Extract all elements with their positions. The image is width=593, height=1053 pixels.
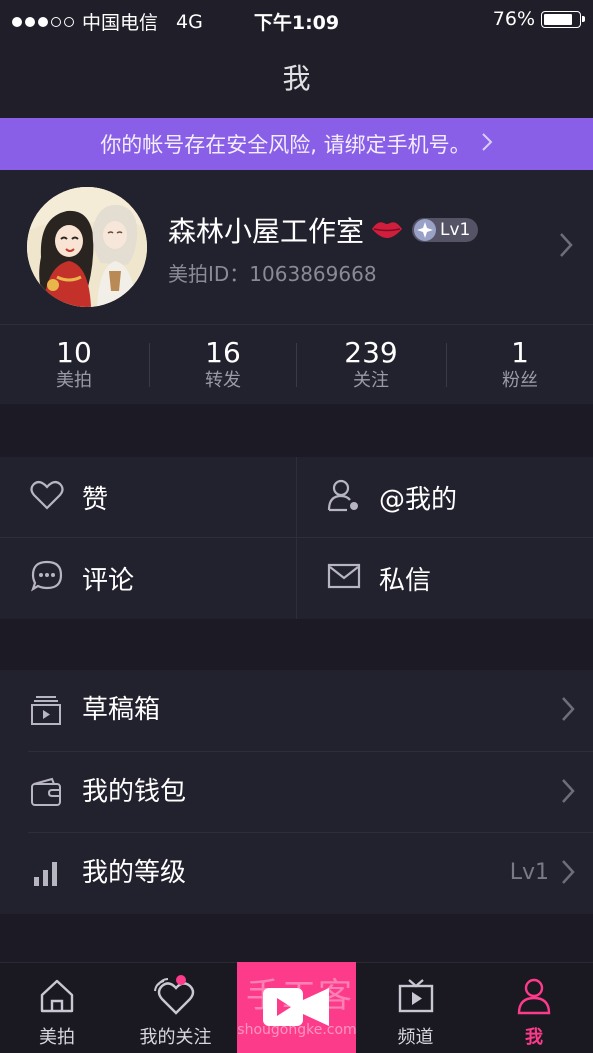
menu-item-label: 草稿箱 — [82, 695, 161, 725]
tab-home[interactable]: 美拍 — [0, 963, 114, 1053]
status-right: 76% — [492, 8, 585, 30]
follow-heart-icon — [153, 977, 198, 1021]
status-bar: 中国电信 4G 下午1:09 76% — [0, 0, 593, 40]
person-icon — [516, 977, 552, 1019]
stat-followers[interactable]: 1 粉丝 — [447, 325, 593, 405]
banner-text: 你的帐号存在安全风险, 请绑定手机号。 — [100, 133, 471, 157]
menu-list: 草稿箱 我的钱包 我的等级 Lv1 — [0, 670, 593, 914]
watermark: 手工客 — [246, 976, 354, 1016]
chevron-right-icon — [561, 778, 575, 808]
page-header: 我 — [0, 40, 593, 118]
tab-channels[interactable]: 频道 — [356, 963, 475, 1053]
comment-icon — [30, 559, 64, 597]
lips-icon — [370, 214, 404, 247]
chevron-right-icon — [481, 132, 493, 157]
section-spacer — [0, 914, 593, 962]
battery-percent: 76% — [492, 8, 535, 30]
tab-label: 美拍 — [39, 1027, 75, 1048]
comments-label: 评论 — [82, 565, 135, 596]
likes-button[interactable]: 赞 — [0, 457, 296, 537]
notification-dot — [176, 975, 186, 985]
menu-item-wallet[interactable]: 我的钱包 — [0, 752, 593, 832]
chevron-right-icon — [561, 859, 575, 889]
level-badge-text: Lv1 — [440, 220, 471, 240]
stat-value: 10 — [56, 336, 92, 369]
tab-following[interactable]: 我的关注 — [114, 963, 237, 1053]
stat-reposts[interactable]: 16 转发 — [150, 325, 296, 405]
mentions-label: @我的 — [379, 484, 458, 515]
drafts-icon — [30, 694, 62, 730]
divider — [296, 457, 297, 619]
security-warning-banner[interactable]: 你的帐号存在安全风险, 请绑定手机号。 — [0, 118, 593, 170]
messages-label: 私信 — [379, 565, 432, 596]
likes-label: 赞 — [82, 484, 109, 515]
chevron-right-icon — [561, 696, 575, 726]
star-icon — [414, 219, 437, 241]
section-spacer — [0, 404, 593, 457]
profile-card[interactable]: 森林小屋工作室 Lv1 美拍ID：1063869668 — [0, 170, 593, 324]
tab-me[interactable]: 我 — [475, 963, 593, 1053]
tab-label: 我 — [525, 1027, 543, 1048]
stats-bar: 10 美拍 16 转发 239 关注 1 粉丝 — [0, 324, 593, 404]
stat-label: 美拍 — [56, 370, 92, 391]
avatar[interactable] — [27, 187, 147, 307]
stat-value: 16 — [205, 336, 241, 369]
mention-user-icon — [327, 478, 361, 516]
profile-name: 森林小屋工作室 — [168, 215, 365, 248]
level-badge: Lv1 — [412, 218, 479, 242]
stat-value: 239 — [344, 336, 398, 369]
menu-item-drafts[interactable]: 草稿箱 — [0, 670, 593, 750]
messages-button[interactable]: 私信 — [297, 538, 593, 618]
comments-button[interactable]: 评论 — [0, 538, 296, 618]
heart-icon — [30, 480, 64, 514]
stat-label: 转发 — [205, 370, 241, 391]
section-spacer — [0, 619, 593, 670]
tab-label: 我的关注 — [139, 1027, 212, 1048]
stat-label: 粉丝 — [502, 370, 538, 391]
mentions-button[interactable]: @我的 — [297, 457, 593, 537]
page-title: 我 — [282, 62, 311, 95]
menu-item-level[interactable]: 我的等级 Lv1 — [0, 833, 593, 913]
battery-icon — [541, 10, 585, 28]
level-value: Lv1 — [509, 860, 549, 885]
tab-label: 频道 — [397, 1027, 434, 1048]
level-bars-icon — [30, 857, 62, 893]
stat-following[interactable]: 239 关注 — [297, 325, 445, 405]
stat-value: 1 — [511, 336, 529, 369]
wallet-icon — [30, 776, 62, 812]
profile-id: 美拍ID：1063869668 — [168, 262, 377, 286]
action-grid: 赞 @我的 评论 私信 — [0, 457, 593, 619]
tv-icon — [397, 977, 435, 1019]
stat-label: 关注 — [353, 370, 389, 391]
app-root: 中国电信 4G 下午1:09 76% 我 你的帐号存在安全风险, 请绑定手机号。 — [0, 0, 593, 1053]
mail-icon — [327, 562, 361, 594]
chevron-right-icon — [559, 232, 573, 262]
menu-item-label: 我的等级 — [82, 858, 187, 888]
home-icon — [38, 977, 76, 1019]
menu-item-label: 我的钱包 — [82, 777, 187, 807]
watermark-url: shougongke.com — [237, 1022, 357, 1038]
profile-name-row: 森林小屋工作室 Lv1 — [168, 210, 479, 250]
stat-posts[interactable]: 10 美拍 — [0, 325, 148, 405]
